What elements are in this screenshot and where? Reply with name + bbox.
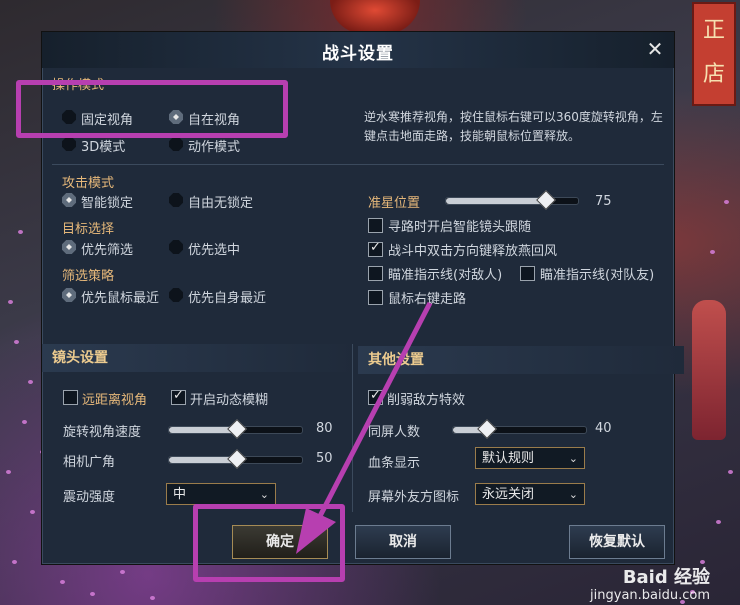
annotation-arrow: [296, 301, 433, 554]
arrow-head: [296, 508, 336, 554]
arrow-shaft: [315, 301, 433, 522]
watermark-logo: Baid 经验: [622, 567, 710, 588]
watermark-url: jingyan.baidu.com: [590, 588, 710, 603]
